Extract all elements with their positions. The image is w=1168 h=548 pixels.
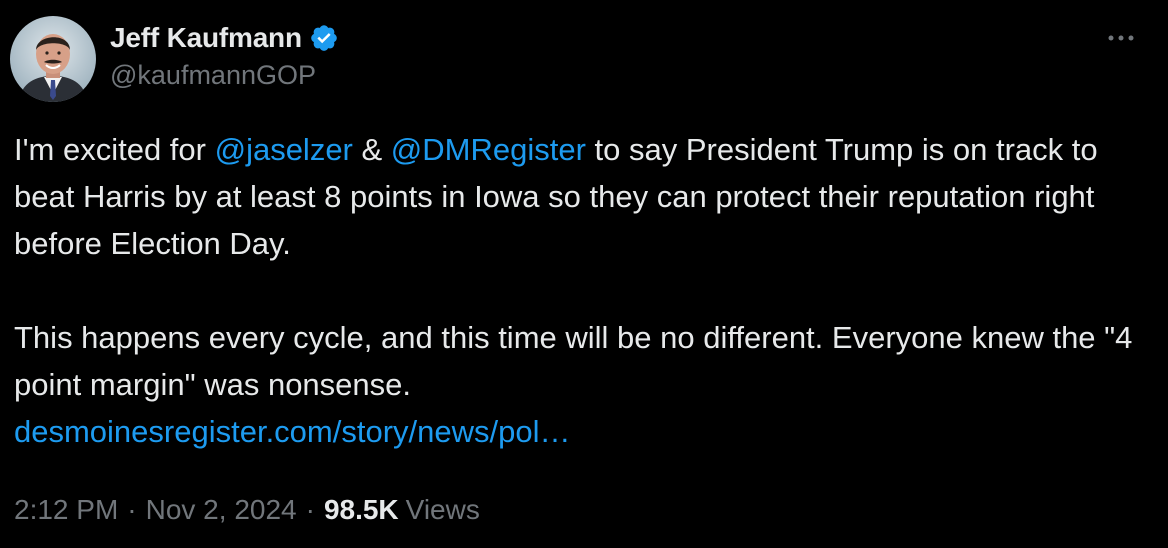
tweet-paragraph-2: This happens every cycle, and this time …: [14, 314, 1154, 455]
views-label: Views: [405, 494, 480, 525]
avatar[interactable]: [10, 16, 96, 102]
author-handle[interactable]: @kaufmannGOP: [110, 60, 316, 91]
tweet-date[interactable]: Nov 2, 2024: [146, 494, 297, 526]
author-name-row: Jeff Kaufmann: [110, 20, 339, 56]
url-link[interactable]: desmoinesregister.com/story/news/pol…: [14, 414, 571, 449]
separator: ·: [305, 494, 315, 525]
text-segment: This happens every cycle, and this time …: [14, 320, 1133, 402]
text-segment: I'm excited for: [14, 132, 215, 167]
separator: ·: [127, 494, 137, 525]
author-display-name[interactable]: Jeff Kaufmann: [110, 22, 302, 54]
tweet-text: I'm excited for @jaselzer & @DMRegister …: [14, 126, 1154, 455]
tweet-paragraph-1: I'm excited for @jaselzer & @DMRegister …: [14, 126, 1154, 267]
profile-photo-icon: [10, 16, 96, 102]
more-options-icon[interactable]: [1102, 28, 1142, 48]
views-count[interactable]: 98.5K: [324, 494, 399, 526]
tweet-metadata: 2:12 PM · Nov 2, 2024 · 98.5K Views: [14, 494, 480, 526]
mention-link[interactable]: @DMRegister: [391, 132, 586, 167]
verified-badge-icon[interactable]: [309, 23, 339, 53]
tweet-time[interactable]: 2:12 PM: [14, 494, 118, 526]
text-segment: &: [352, 132, 391, 167]
mention-link[interactable]: @jaselzer: [215, 132, 353, 167]
tweet-card: Jeff Kaufmann @kaufmannGOP I'm excited f…: [0, 0, 1168, 548]
